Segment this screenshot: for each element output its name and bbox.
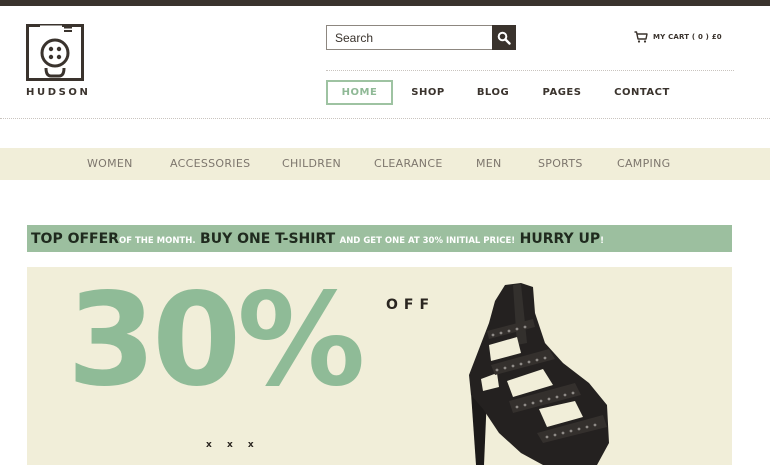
- nav-blog[interactable]: BLOG: [473, 80, 513, 105]
- category-camping[interactable]: CAMPING: [617, 148, 670, 180]
- top-bar: [0, 0, 770, 6]
- header-divider: [326, 70, 734, 71]
- cart-icon: [634, 31, 648, 43]
- logo-icon: [26, 24, 84, 81]
- boot-image: [469, 283, 609, 465]
- search-input[interactable]: [326, 25, 492, 50]
- hero-decoration: x x x: [206, 440, 260, 450]
- nav-contact[interactable]: CONTACT: [610, 80, 674, 105]
- offer-exclamation: !: [600, 236, 605, 246]
- category-accessories[interactable]: ACCESSORIES: [170, 148, 250, 180]
- logo[interactable]: HUDSON: [26, 24, 91, 100]
- cart-link[interactable]: MY CART ( 0 ) £0: [634, 29, 722, 45]
- logo-text: HUDSON: [26, 87, 91, 98]
- hero-banner[interactable]: 30% OFF x x x: [27, 267, 732, 465]
- category-men[interactable]: MEN: [476, 148, 502, 180]
- offer-headline: TOP OFFER: [31, 231, 119, 247]
- offer-urgency: HURRY UP: [519, 231, 601, 247]
- category-children[interactable]: CHILDREN: [282, 148, 341, 180]
- offer-detail: AND GET ONE AT 30% INITIAL PRICE!: [339, 236, 516, 246]
- search-form: [326, 25, 516, 50]
- offer-deal: BUY ONE T-SHIRT: [200, 231, 336, 247]
- category-clearance[interactable]: CLEARANCE: [374, 148, 443, 180]
- category-sports[interactable]: SPORTS: [538, 148, 583, 180]
- search-icon: [497, 31, 511, 45]
- nav-divider: [0, 118, 770, 119]
- hero-discount: 30%: [67, 267, 365, 415]
- hero-off-label: OFF: [386, 297, 436, 313]
- category-women[interactable]: WOMEN: [87, 148, 133, 180]
- cart-summary: MY CART ( 0 ) £0: [653, 33, 722, 41]
- nav-home[interactable]: HOME: [326, 80, 393, 105]
- search-button[interactable]: [492, 25, 516, 50]
- nav-pages[interactable]: PAGES: [537, 80, 587, 105]
- category-bar: WOMEN ACCESSORIES CHILDREN CLEARANCE MEN…: [0, 148, 770, 180]
- offer-text: OF THE MONTH.: [118, 236, 196, 246]
- offer-banner[interactable]: TOP OFFEROF THE MONTH. BUY ONE T-SHIRT A…: [27, 225, 732, 252]
- nav-shop[interactable]: SHOP: [406, 80, 450, 105]
